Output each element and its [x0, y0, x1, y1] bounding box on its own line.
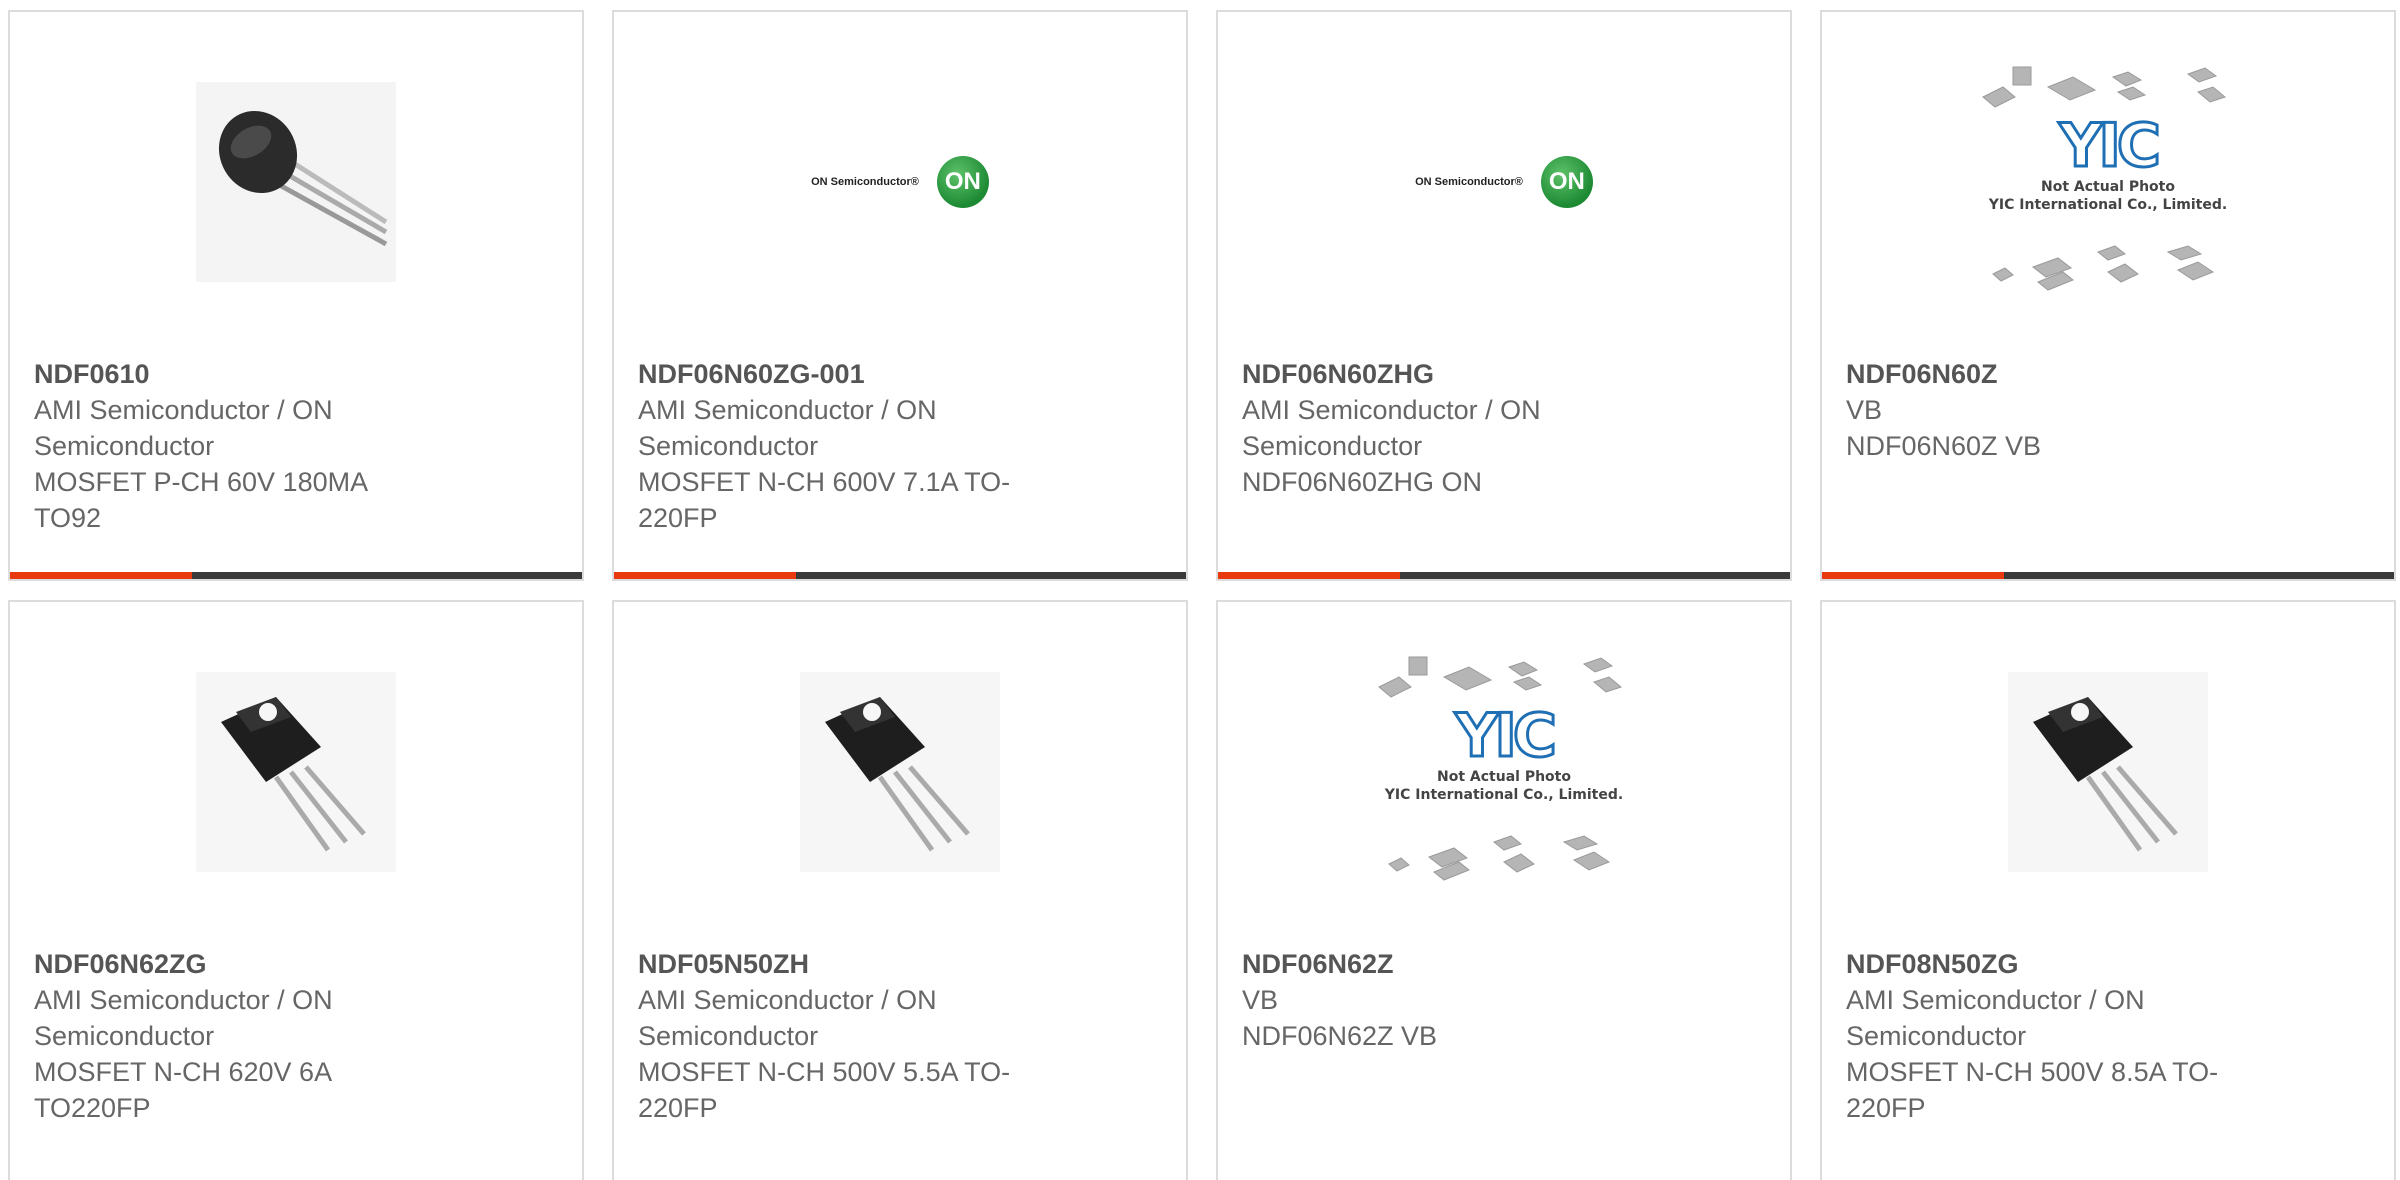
part-number[interactable]: NDF06N62ZG: [34, 946, 454, 982]
manufacturer: AMI Semiconductor / ON: [34, 395, 333, 425]
description-cont: 220FP: [638, 503, 718, 533]
yic-logo: YIC Not Actual Photo YIC International C…: [1369, 701, 1639, 804]
manufacturer-cont: Semiconductor: [638, 431, 819, 461]
yic-caption-line1: Not Actual Photo: [1437, 769, 1571, 785]
manufacturer-cont: Semiconductor: [638, 1021, 819, 1051]
card-bar: [10, 572, 582, 579]
manufacturer: AMI Semiconductor / ON: [1242, 395, 1541, 425]
description: MOSFET N-CH 500V 5.5A TO-: [638, 1057, 1011, 1087]
manufacturer-cont: Semiconductor: [34, 1021, 215, 1051]
product-card[interactable]: NDF0610 AMI Semiconductor / ON Semicondu…: [8, 10, 584, 581]
yic-caption-line2: YIC International Co., Limited.: [1988, 197, 2228, 213]
product-grid: NDF0610 AMI Semiconductor / ON Semicondu…: [0, 0, 2400, 1180]
on-logo-text: ON Semiconductor®: [811, 176, 919, 188]
product-image[interactable]: [10, 602, 582, 942]
product-card[interactable]: ON Semiconductor® ON NDF06N60ZHG AMI Sem…: [1216, 10, 1792, 581]
product-image[interactable]: ON Semiconductor® ON: [1218, 12, 1790, 352]
product-card[interactable]: YIC Not Actual Photo YIC International C…: [1820, 10, 2396, 581]
part-number[interactable]: NDF06N60Z: [1846, 356, 2266, 392]
manufacturer-cont: Semiconductor: [34, 431, 215, 461]
part-number[interactable]: NDF06N60ZG-001: [638, 356, 1058, 392]
manufacturer: AMI Semiconductor / ON: [34, 985, 333, 1015]
description: NDF06N60ZHG ON: [1242, 467, 1483, 497]
yic-logo: YIC Not Actual Photo YIC International C…: [1973, 111, 2243, 214]
card-bar: [1218, 572, 1790, 579]
manufacturer: AMI Semiconductor / ON: [638, 985, 937, 1015]
yic-not-actual-photo: YIC Not Actual Photo YIC International C…: [1369, 652, 1639, 892]
card-bar-accent: [10, 572, 192, 579]
to220-transistor-icon: [2008, 672, 2208, 872]
manufacturer: VB: [1242, 985, 1279, 1015]
on-semiconductor-logo: ON Semiconductor® ON: [811, 156, 989, 208]
to220-transistor-icon: [800, 672, 1000, 872]
product-card[interactable]: YIC Not Actual Photo YIC International C…: [1216, 600, 1792, 1180]
manufacturer: AMI Semiconductor / ON: [1846, 985, 2145, 1015]
product-image[interactable]: [614, 602, 1186, 942]
part-number[interactable]: NDF08N50ZG: [1846, 946, 2266, 982]
description: MOSFET N-CH 620V 6A: [34, 1057, 333, 1087]
description: NDF06N60Z VB: [1846, 431, 2042, 461]
yic-caption-line2: YIC International Co., Limited.: [1384, 787, 1624, 803]
on-logo-badge: ON: [936, 156, 989, 208]
product-card[interactable]: ON Semiconductor® ON NDF06N60ZG-001 AMI …: [612, 10, 1188, 581]
product-image[interactable]: ON Semiconductor® ON: [614, 12, 1186, 352]
manufacturer: AMI Semiconductor / ON: [638, 395, 937, 425]
product-image[interactable]: [10, 12, 582, 352]
part-number[interactable]: NDF05N50ZH: [638, 946, 1058, 982]
manufacturer-cont: Semiconductor: [1242, 431, 1423, 461]
description-cont: 220FP: [1846, 1093, 1926, 1123]
on-logo-text: ON Semiconductor®: [1415, 176, 1523, 188]
to92-transistor-icon: [196, 82, 396, 282]
part-number[interactable]: NDF0610: [34, 356, 454, 392]
yic-not-actual-photo: YIC Not Actual Photo YIC International C…: [1973, 62, 2243, 302]
on-logo-badge: ON: [1540, 156, 1593, 208]
yic-caption-line1: Not Actual Photo: [2041, 179, 2175, 195]
description: MOSFET N-CH 600V 7.1A TO-: [638, 467, 1011, 497]
product-image[interactable]: YIC Not Actual Photo YIC International C…: [1822, 12, 2394, 352]
card-bar-accent: [614, 572, 796, 579]
to220-transistor-icon: [196, 672, 396, 872]
manufacturer-cont: Semiconductor: [1846, 1021, 2027, 1051]
description-cont: TO220FP: [34, 1093, 151, 1123]
description: MOSFET N-CH 500V 8.5A TO-: [1846, 1057, 2219, 1087]
description: MOSFET P-CH 60V 180MA: [34, 467, 369, 497]
yic-mark: YIC: [1454, 701, 1559, 771]
product-card[interactable]: NDF06N62ZG AMI Semiconductor / ON Semico…: [8, 600, 584, 1180]
description-cont: TO92: [34, 503, 102, 533]
product-image[interactable]: YIC Not Actual Photo YIC International C…: [1218, 602, 1790, 942]
card-bar: [614, 572, 1186, 579]
product-image[interactable]: [1822, 602, 2394, 942]
yic-mark: YIC: [2058, 111, 2163, 181]
manufacturer: VB: [1846, 395, 1883, 425]
card-bar-accent: [1822, 572, 2004, 579]
product-card[interactable]: NDF05N50ZH AMI Semiconductor / ON Semico…: [612, 600, 1188, 1180]
card-bar-accent: [1218, 572, 1400, 579]
on-semiconductor-logo: ON Semiconductor® ON: [1415, 156, 1593, 208]
product-card[interactable]: NDF08N50ZG AMI Semiconductor / ON Semico…: [1820, 600, 2396, 1180]
card-bar: [1822, 572, 2394, 579]
part-number[interactable]: NDF06N60ZHG: [1242, 356, 1662, 392]
part-number[interactable]: NDF06N62Z: [1242, 946, 1662, 982]
description-cont: 220FP: [638, 1093, 718, 1123]
description: NDF06N62Z VB: [1242, 1021, 1438, 1051]
